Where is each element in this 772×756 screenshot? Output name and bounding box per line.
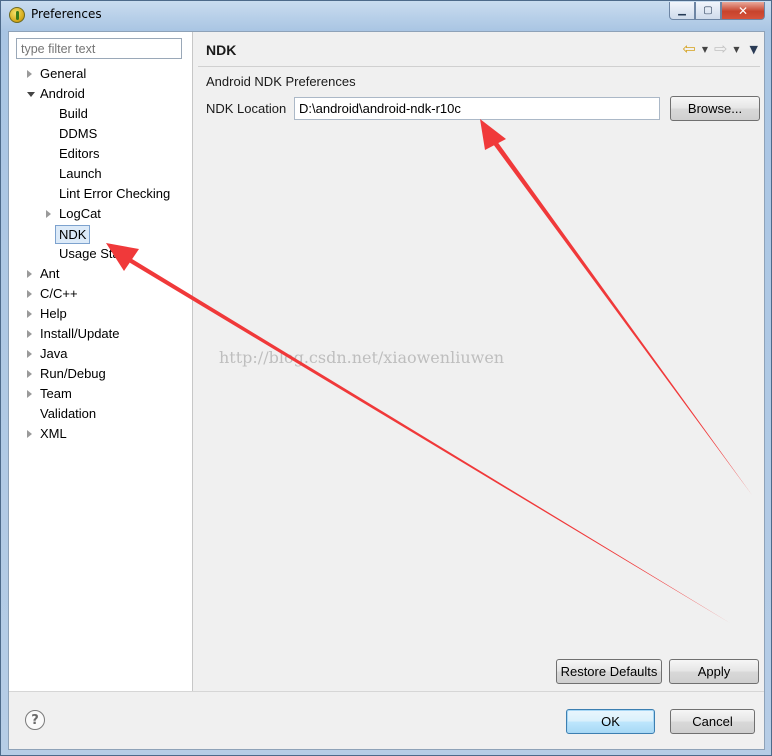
tree-item-help[interactable]: Help	[9, 304, 193, 324]
collapse-arrow-icon[interactable]	[27, 92, 35, 97]
expand-arrow-icon[interactable]	[27, 430, 32, 438]
tree-item-label: Lint Error Checking	[59, 186, 171, 201]
tree-item-usage-stats[interactable]: Usage Stat	[9, 244, 193, 264]
forward-arrow-icon[interactable]: ⇨	[714, 41, 727, 57]
tree-item-label: Help	[40, 306, 67, 321]
tree-item-label: Ant	[40, 266, 60, 281]
expand-arrow-icon[interactable]	[27, 70, 32, 78]
tree-item-team[interactable]: Team	[9, 384, 193, 404]
tree-item-run-debug[interactable]: Run/Debug	[9, 364, 193, 384]
tree-item-java[interactable]: Java	[9, 344, 193, 364]
preference-tree: General Android Build DDMS Editors Launc…	[9, 64, 193, 444]
back-arrow-icon[interactable]: ⇦	[682, 41, 695, 57]
expand-arrow-icon[interactable]	[27, 350, 32, 358]
tree-item-label: DDMS	[59, 126, 98, 141]
tree-item-label: Launch	[59, 166, 102, 181]
browse-button[interactable]: Browse...	[670, 96, 760, 121]
page-title: NDK	[206, 42, 237, 58]
expand-arrow-icon[interactable]	[46, 210, 51, 218]
tree-item-build[interactable]: Build	[9, 104, 193, 124]
maximize-button[interactable]: ▢	[695, 2, 721, 20]
title-separator	[198, 66, 760, 67]
page-navigation: ⇦ ▼ ⇨ ▼ ▼	[682, 41, 758, 57]
tree-item-ant[interactable]: Ant	[9, 264, 193, 284]
tree-item-install-update[interactable]: Install/Update	[9, 324, 193, 344]
minimize-button[interactable]: ▁	[669, 2, 695, 20]
tree-item-label: General	[40, 66, 87, 81]
tree-item-validation[interactable]: Validation	[9, 404, 193, 424]
apply-button[interactable]: Apply	[669, 659, 759, 684]
close-button[interactable]: ✕	[721, 2, 765, 20]
title-bar[interactable]: Preferences ▁ ▢ ✕	[1, 1, 771, 31]
expand-arrow-icon[interactable]	[27, 330, 32, 338]
preference-page: NDK ⇦ ▼ ⇨ ▼ ▼ Android NDK Preferences ND…	[194, 32, 764, 691]
tree-item-label: C/C++	[40, 286, 78, 301]
tree-item-label: Install/Update	[40, 326, 120, 341]
dialog-client-area: General Android Build DDMS Editors Launc…	[8, 31, 765, 750]
window-title: Preferences	[31, 7, 102, 21]
ok-button[interactable]: OK	[566, 709, 655, 734]
forward-dropdown-icon[interactable]: ▼	[733, 45, 739, 54]
expand-arrow-icon[interactable]	[27, 290, 32, 298]
tree-item-general[interactable]: General	[9, 64, 193, 84]
tree-item-xml[interactable]: XML	[9, 424, 193, 444]
tree-item-android[interactable]: Android	[9, 84, 193, 104]
dialog-button-bar: ? OK Cancel	[9, 691, 764, 749]
preferences-window: Preferences ▁ ▢ ✕ General Android Build …	[0, 0, 772, 756]
tree-item-launch[interactable]: Launch	[9, 164, 193, 184]
back-dropdown-icon[interactable]: ▼	[702, 45, 708, 54]
tree-item-label: Team	[40, 386, 72, 401]
expand-arrow-icon[interactable]	[27, 370, 32, 378]
tree-item-cpp[interactable]: C/C++	[9, 284, 193, 304]
tree-item-lint-error-checking[interactable]: Lint Error Checking	[9, 184, 193, 204]
tree-item-label: NDK	[55, 225, 91, 244]
expand-arrow-icon[interactable]	[27, 310, 32, 318]
tree-item-label: XML	[40, 426, 67, 441]
help-icon[interactable]: ?	[25, 710, 45, 730]
ndk-location-input[interactable]	[294, 97, 660, 120]
tree-item-label: Editors	[59, 146, 100, 161]
tree-item-label: Build	[59, 106, 88, 121]
caption-buttons: ▁ ▢ ✕	[669, 2, 765, 20]
tree-item-label: Usage Stat	[59, 246, 124, 261]
expand-arrow-icon[interactable]	[27, 390, 32, 398]
view-menu-icon[interactable]: ▼	[750, 43, 758, 56]
tree-item-logcat[interactable]: LogCat	[9, 204, 193, 224]
tree-item-label: Run/Debug	[40, 366, 106, 381]
tree-item-label: Validation	[40, 406, 97, 421]
tree-item-ddms[interactable]: DDMS	[9, 124, 193, 144]
cancel-button[interactable]: Cancel	[670, 709, 755, 734]
tree-item-label: Android	[40, 86, 85, 101]
restore-defaults-button[interactable]: Restore Defaults	[556, 659, 662, 684]
tree-item-ndk[interactable]: NDK	[9, 224, 193, 244]
preference-tree-pane: General Android Build DDMS Editors Launc…	[9, 32, 193, 691]
preferences-heading: Android NDK Preferences	[206, 74, 356, 89]
tree-item-editors[interactable]: Editors	[9, 144, 193, 164]
ndk-location-label: NDK Location	[206, 101, 287, 116]
filter-input[interactable]	[16, 38, 182, 59]
eclipse-app-icon	[9, 7, 25, 23]
tree-item-label: Java	[40, 346, 68, 361]
expand-arrow-icon[interactable]	[27, 270, 32, 278]
tree-item-label: LogCat	[59, 206, 101, 221]
